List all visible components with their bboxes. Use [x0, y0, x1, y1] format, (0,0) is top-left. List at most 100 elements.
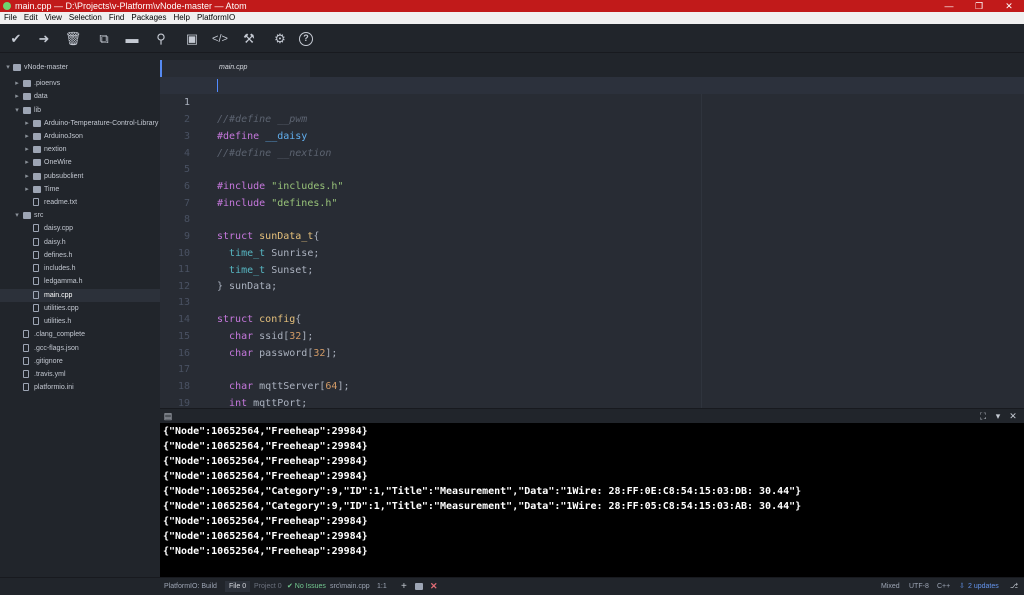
code-editor[interactable]: 1 //#define __pwm 2 #define __daisy 3 //…	[160, 77, 1024, 408]
tab-main-cpp[interactable]: main.cpp	[160, 60, 310, 77]
panel-menu-icon[interactable]: ▤	[163, 411, 173, 421]
upload-arrow-icon[interactable]: ➜	[34, 29, 54, 49]
close-icon[interactable]: ✕	[1008, 411, 1018, 421]
terminal-icon[interactable]	[415, 583, 423, 590]
tree-folder-time[interactable]: ▸ Time	[0, 183, 160, 196]
file-path[interactable]: src\main.cpp	[330, 578, 370, 595]
menu-platformio[interactable]: PlatformIO	[197, 12, 235, 24]
code-line: 3 //#define __nextion	[183, 131, 332, 159]
plugin-icon[interactable]: ⚒	[239, 29, 259, 49]
grammar-selector[interactable]: C++	[937, 578, 950, 595]
tree-file-gitignore[interactable]: .gitignore	[0, 355, 160, 368]
serial-monitor-output[interactable]: {"Node":10652564,"Freeheap":29984} {"Nod…	[160, 423, 1024, 577]
maximize-icon[interactable]: ⛶	[978, 411, 988, 421]
no-issues-status[interactable]: ✔ No Issues	[287, 578, 326, 595]
folder-icon	[23, 107, 31, 114]
new-file-icon[interactable]: ⧉	[94, 29, 114, 49]
tree-file-daisy-h[interactable]: daisy.h	[0, 236, 160, 249]
tree-view: ▾ vNode-master ▸ .pioenvs ▸ data ▾ lib ▸…	[0, 60, 160, 577]
find-search-icon[interactable]: ⚲	[151, 29, 171, 49]
file-text-icon	[33, 198, 39, 206]
close-window-button[interactable]: ✕	[994, 0, 1024, 12]
help-icon[interactable]: ?	[299, 32, 313, 46]
tree-folder-nextion[interactable]: ▸ nextion	[0, 143, 160, 156]
code-line: 11 } sunData;	[177, 264, 278, 292]
tree-file-utilities-h[interactable]: utilities.h	[0, 315, 160, 328]
build-check-icon[interactable]: ✔	[6, 29, 26, 49]
tree-file-gcc-flags[interactable]: .gcc-flags.json	[0, 342, 160, 355]
tree-folder-data[interactable]: ▸ data	[0, 90, 160, 103]
tree-file-platformio-ini[interactable]: platformio.ini	[0, 381, 160, 394]
menu-edit[interactable]: Edit	[24, 12, 38, 24]
menu-selection[interactable]: Selection	[69, 12, 102, 24]
tree-file-defines-h[interactable]: defines.h	[0, 249, 160, 262]
tree-file-utilities-cpp[interactable]: utilities.cpp	[0, 302, 160, 315]
code-line: 9 time_t Sunrise;	[183, 231, 320, 259]
folder-icon	[33, 159, 41, 166]
close-terminal-icon[interactable]: ✕	[430, 578, 438, 595]
code-line: 19	[177, 398, 190, 408]
minimize-button[interactable]: —	[934, 0, 964, 12]
code-line: 10 time_t Sunset;	[177, 248, 314, 276]
chevron-down-icon: ▾	[6, 64, 10, 71]
platformio-build-status[interactable]: PlatformIO: Build	[164, 578, 217, 595]
line-ending-selector[interactable]: Mixed	[881, 578, 900, 595]
open-folder-icon[interactable]: ▬	[122, 29, 142, 49]
collapse-icon[interactable]: ▾	[993, 411, 1003, 421]
tree-file-main-cpp[interactable]: main.cpp	[0, 289, 160, 302]
menu-file[interactable]: File	[4, 12, 17, 24]
tree-folder-pubsubclient[interactable]: ▸ pubsubclient	[0, 170, 160, 183]
tree-folder-src[interactable]: ▾ src	[0, 209, 160, 222]
tree-file-includes-h[interactable]: includes.h	[0, 262, 160, 275]
tree-folder-arduinojson[interactable]: ▸ ArduinoJson	[0, 130, 160, 143]
code-line: 6 #include "defines.h"	[183, 181, 338, 209]
file-code-icon	[33, 238, 39, 246]
cursor-position[interactable]: 1:1	[377, 578, 387, 595]
terminal-line: {"Node":10652564,"Category":9,"ID":1,"Ti…	[163, 501, 802, 512]
tree-folder-pioenvs[interactable]: ▸ .pioenvs	[0, 77, 160, 90]
updates-icon[interactable]: ⇩	[959, 578, 965, 595]
folder-icon	[23, 80, 31, 87]
chevron-right-icon: ▸	[25, 146, 29, 153]
file-code-icon	[33, 291, 39, 299]
updates-link[interactable]: 2 updates	[968, 578, 999, 595]
terminal-icon[interactable]: ▣	[182, 29, 202, 49]
code-line: 18 int mqttPort;	[177, 381, 308, 408]
code-line: 2 #define __daisy	[183, 114, 308, 142]
github-icon[interactable]: ⎇	[1010, 578, 1018, 595]
tree-file-clang-complete[interactable]: .clang_complete	[0, 328, 160, 341]
chevron-right-icon: ▸	[25, 120, 29, 127]
file-code-icon	[33, 277, 39, 285]
chevron-right-icon: ▸	[15, 93, 19, 100]
tree-folder-lib[interactable]: ▾ lib	[0, 104, 160, 117]
code-line: 4	[183, 148, 190, 159]
linter-project-tab[interactable]: Project 0	[254, 578, 282, 595]
menu-help[interactable]: Help	[174, 12, 190, 24]
restore-button[interactable]: ❐	[964, 0, 994, 12]
terminal-panel-header: ▤ ⛶ ▾ ✕	[160, 408, 1024, 423]
menu-find[interactable]: Find	[109, 12, 125, 24]
linter-file-tab[interactable]: File 0	[225, 581, 251, 592]
tree-root[interactable]: ▾ vNode-master	[0, 61, 160, 74]
tree-folder-arduino-temperature[interactable]: ▸ Arduino-Temperature-Control-Library	[0, 117, 160, 130]
settings-gear-icon[interactable]: ⚙	[270, 29, 290, 49]
chevron-right-icon: ▸	[25, 173, 29, 180]
tree-file-ledgamma-h[interactable]: ledgamma.h	[0, 275, 160, 288]
folder-icon	[33, 133, 41, 140]
tree-file-readme[interactable]: readme.txt	[0, 196, 160, 209]
tree-file-daisy-cpp[interactable]: daisy.cpp	[0, 222, 160, 235]
menu-packages[interactable]: Packages	[131, 12, 166, 24]
encoding-selector[interactable]: UTF-8	[909, 578, 929, 595]
terminal-line: {"Node":10652564,"Freeheap":29984}	[163, 531, 368, 542]
menu-view[interactable]: View	[45, 12, 62, 24]
add-terminal-button[interactable]: +	[401, 578, 407, 595]
clean-trash-icon[interactable]: 🗑	[63, 29, 83, 49]
tree-file-travis-yml[interactable]: .travis.yml	[0, 368, 160, 381]
file-text-icon	[23, 383, 29, 391]
chevron-down-icon: ▾	[15, 107, 19, 114]
code-icon[interactable]: </>	[210, 29, 230, 49]
platformio-toolbar: ✔ ➜ 🗑 ⧉ ▬ ⚲ ▣ </> ⚒ ⚙ ?	[0, 24, 1024, 53]
chevron-down-icon: ▾	[15, 212, 19, 219]
tree-folder-onewire[interactable]: ▸ OneWire	[0, 156, 160, 169]
code-line: 15 char password[32];	[177, 331, 338, 359]
